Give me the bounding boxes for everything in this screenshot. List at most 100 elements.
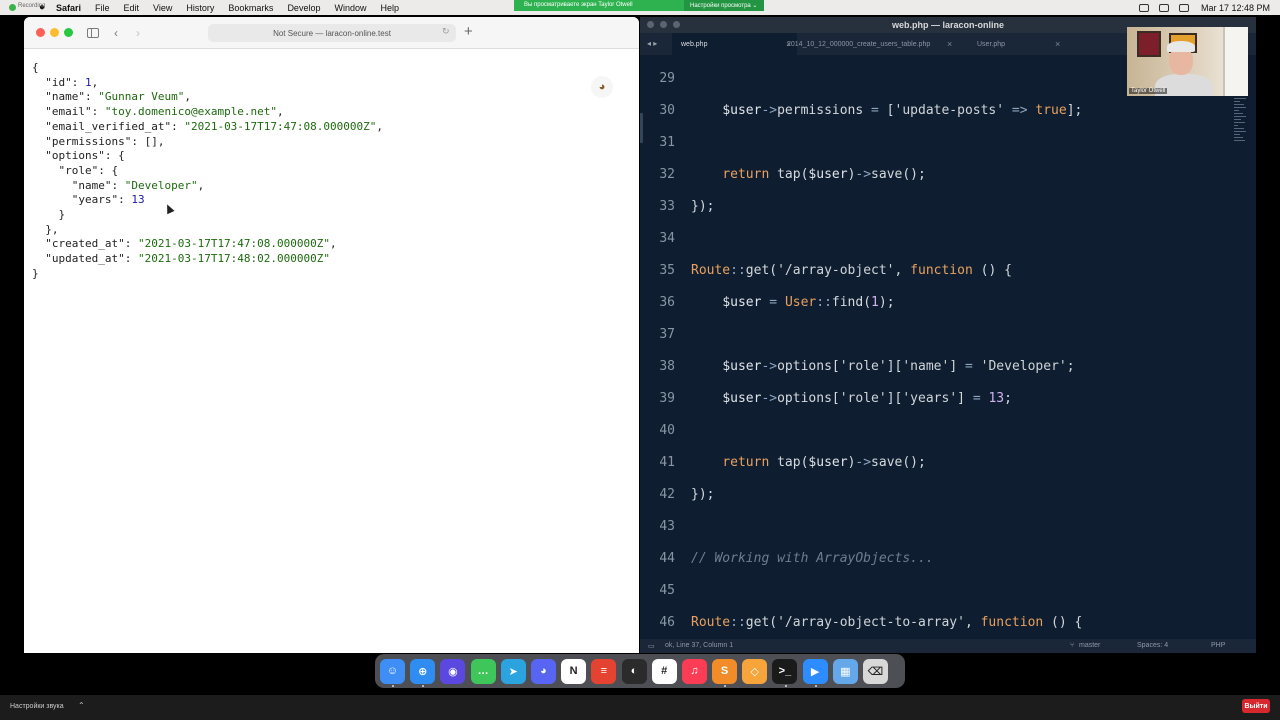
line-number: 30 bbox=[659, 103, 675, 118]
screen-share-banner: Вы просматриваете экран Taylor Otwell На… bbox=[514, 0, 764, 11]
tab-label: web.php bbox=[681, 40, 708, 48]
minimap[interactable] bbox=[1234, 95, 1248, 245]
discord-icon[interactable]: ◕ bbox=[530, 658, 556, 684]
code-line: return tap($user)->save(); bbox=[722, 455, 926, 470]
line-number: 41 bbox=[659, 455, 675, 470]
editor-minimize-button[interactable] bbox=[660, 21, 667, 28]
extension-monkey-icon[interactable]: ◕ bbox=[591, 76, 613, 98]
running-indicator bbox=[392, 685, 394, 687]
nova-icon[interactable]: ◐ bbox=[621, 658, 647, 684]
code-line: return tap($user)->save(); bbox=[722, 167, 926, 182]
editor-zoom-button[interactable] bbox=[673, 21, 680, 28]
tab-label: User.php bbox=[977, 40, 1006, 48]
webcam-name-label: Taylor Otwell bbox=[1129, 88, 1168, 94]
menu-view[interactable]: View bbox=[153, 3, 172, 13]
menu-edit[interactable]: Edit bbox=[124, 3, 140, 13]
code-line: Route::get('/array-object', function () … bbox=[691, 263, 1012, 278]
terminal-icon[interactable]: >_ bbox=[772, 658, 798, 684]
menu-window[interactable]: Window bbox=[334, 3, 366, 13]
editor-close-button[interactable] bbox=[647, 21, 654, 28]
line-number: 45 bbox=[659, 583, 675, 598]
messages-icon[interactable]: … bbox=[470, 658, 496, 684]
sidebar-toggle-icon[interactable] bbox=[87, 28, 99, 38]
status-syntax[interactable]: PHP bbox=[1211, 642, 1225, 649]
close-tab-icon[interactable]: × bbox=[947, 39, 952, 49]
back-arrow-icon[interactable]: ‹ bbox=[114, 25, 118, 41]
editor-status-bar: ▭ ok, Line 37, Column 1 ⑂ master Spaces:… bbox=[640, 639, 1256, 653]
menu-file[interactable]: File bbox=[95, 3, 110, 13]
zoom-window-button[interactable] bbox=[64, 28, 73, 37]
new-tab-icon[interactable]: + bbox=[464, 23, 473, 40]
menu-help[interactable]: Help bbox=[380, 3, 399, 13]
running-indicator bbox=[784, 685, 787, 687]
close-window-button[interactable] bbox=[36, 28, 45, 37]
tableplus-icon[interactable]: ◇ bbox=[742, 658, 768, 684]
zoom-control-bar: Настройки звука ⌃ Выйти bbox=[0, 695, 1280, 720]
code-line: $user = User::find(1); bbox=[722, 295, 895, 310]
finder-stack-icon[interactable]: ▦ bbox=[832, 658, 858, 684]
menu-history[interactable]: History bbox=[186, 3, 214, 13]
tab-user-php[interactable]: User.php × bbox=[977, 33, 1067, 55]
running-indicator bbox=[814, 685, 817, 687]
tab-web-php[interactable]: web.php × bbox=[672, 33, 797, 55]
status-branch[interactable]: master bbox=[1079, 642, 1100, 649]
bluetooth-icon[interactable] bbox=[1138, 3, 1149, 12]
menu-clock[interactable]: Mar 17 12:48 PM bbox=[1201, 3, 1270, 13]
status-box-icon: ▭ bbox=[648, 643, 655, 650]
menu-bookmarks[interactable]: Bookmarks bbox=[228, 3, 273, 13]
sublime-icon[interactable]: S bbox=[712, 658, 738, 684]
code-line: $user->options['role']['name'] = 'Develo… bbox=[722, 359, 1075, 374]
json-role-years-value: 13 bbox=[131, 193, 145, 207]
code-line: $user->options['role']['years'] = 13; bbox=[722, 391, 1012, 406]
recording-indicator-icon bbox=[9, 4, 16, 11]
menu-bar-status: Mar 17 12:48 PM bbox=[1129, 0, 1270, 15]
address-bar[interactable]: Not Secure — laracon-online.test bbox=[208, 24, 456, 42]
chevron-up-icon[interactable]: ⌃ bbox=[78, 701, 85, 710]
reload-icon[interactable]: ↻ bbox=[442, 26, 450, 37]
tab-label: 2014_10_12_000000_create_users_table.php bbox=[787, 40, 931, 48]
todoist-icon[interactable]: ≡ bbox=[591, 658, 617, 684]
tab-create-users-table[interactable]: 2014_10_12_000000_create_users_table.php… bbox=[787, 33, 959, 55]
tab-navigation-icon[interactable]: ◂ ▸ bbox=[647, 39, 657, 48]
line-number: 35 bbox=[659, 263, 675, 278]
trash-icon[interactable]: ⌫ bbox=[863, 658, 888, 684]
line-number: 44 bbox=[659, 551, 675, 566]
share-options-button[interactable]: Настройки просмотра ⌄ bbox=[684, 0, 764, 11]
menu-app-safari[interactable]: Safari bbox=[56, 3, 81, 13]
code-line: }); bbox=[691, 487, 715, 502]
notion-icon[interactable]: N bbox=[561, 658, 587, 684]
menu-develop[interactable]: Develop bbox=[287, 3, 320, 13]
json-permissions-value: [] bbox=[144, 134, 158, 148]
audio-settings-button[interactable]: Настройки звука bbox=[10, 703, 64, 710]
siri-icon[interactable]: ◉ bbox=[440, 658, 466, 684]
finder-icon[interactable]: ☺ bbox=[380, 658, 405, 684]
line-number: 39 bbox=[659, 391, 675, 406]
line-number: 38 bbox=[659, 359, 675, 374]
json-response: { "id": 1, "name": "Gunnar Veum", "email… bbox=[32, 61, 384, 280]
line-number: 46 bbox=[659, 615, 675, 630]
music-icon[interactable]: ♫ bbox=[681, 658, 707, 684]
code-line: Route::get('/array-object-to-array', fun… bbox=[691, 615, 1083, 630]
close-tab-icon[interactable]: × bbox=[1055, 39, 1060, 49]
forward-arrow-icon[interactable]: › bbox=[136, 25, 140, 41]
editor-window: web.php — laracon-online ◂ ▸ web.php × 2… bbox=[640, 17, 1256, 653]
git-branch-icon: ⑂ bbox=[1070, 642, 1075, 649]
line-number: 34 bbox=[659, 231, 675, 246]
wifi-icon[interactable] bbox=[1158, 3, 1169, 12]
line-number: 29 bbox=[659, 71, 675, 86]
status-spaces[interactable]: Spaces: 4 bbox=[1137, 642, 1168, 649]
line-number: 32 bbox=[659, 167, 675, 182]
minimize-window-button[interactable] bbox=[50, 28, 59, 37]
safari-icon[interactable]: ⊕ bbox=[410, 658, 436, 684]
safari-toolbar: ‹ › Not Secure — laracon-online.test ↻ + bbox=[24, 17, 639, 49]
control-center-icon[interactable] bbox=[1178, 3, 1189, 12]
json-role-name-value: "Developer" bbox=[124, 178, 198, 192]
json-name-value: "Gunnar Veum" bbox=[98, 90, 185, 104]
slack-icon[interactable]: # bbox=[651, 658, 677, 684]
zoom-icon[interactable]: ▶ bbox=[802, 658, 828, 684]
json-id-value: 1 bbox=[84, 75, 92, 89]
line-number: 33 bbox=[659, 199, 675, 214]
telegram-icon[interactable]: ➤ bbox=[500, 658, 526, 684]
exit-meeting-button[interactable]: Выйти bbox=[1242, 699, 1270, 713]
json-updated-at-value: "2021-03-17T17:48:02.000000Z" bbox=[137, 252, 331, 266]
